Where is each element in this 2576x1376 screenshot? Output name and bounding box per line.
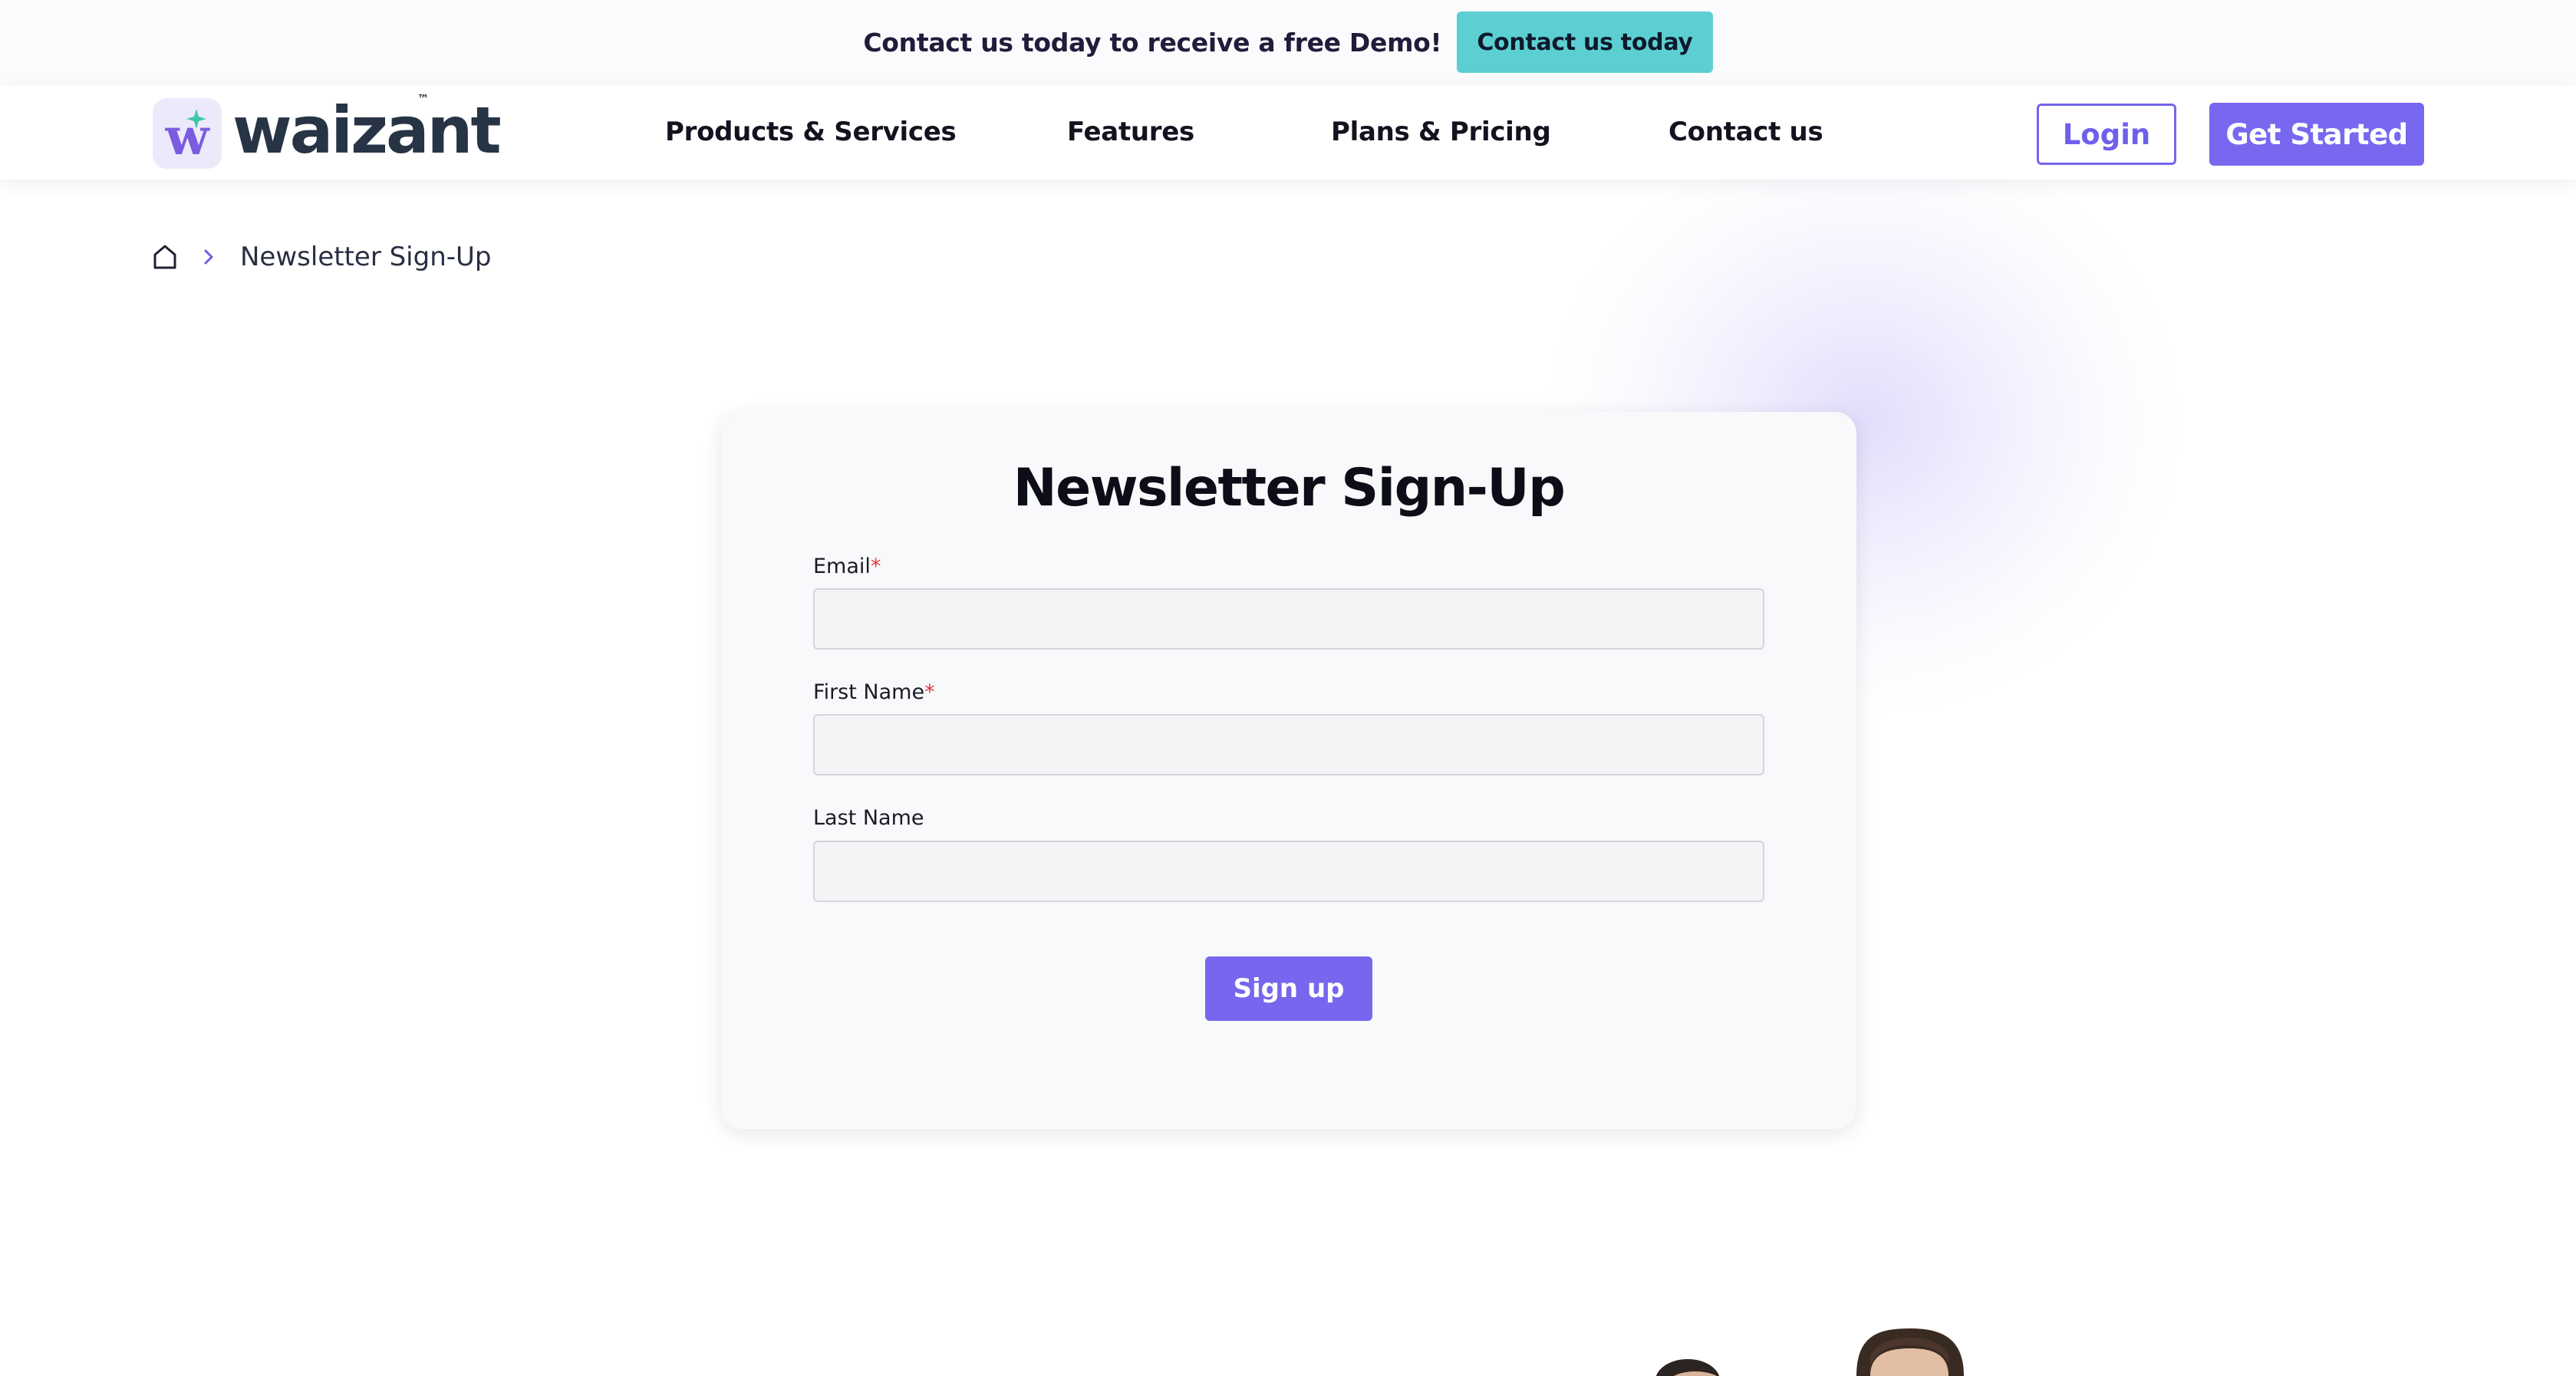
logo-mark-icon: w [153,98,222,169]
breadcrumb: Newsletter Sign-Up [153,238,492,276]
newsletter-form-card: Newsletter Sign-Up Email* First Name* La… [721,412,1856,1129]
chevron-right-icon [204,249,213,265]
logo-wordmark: waizant [232,93,502,168]
people-photo [1655,1328,1964,1376]
get-started-button[interactable]: Get Started [2209,103,2424,166]
email-field[interactable] [813,588,1764,650]
sparkle-icon [186,109,206,129]
logo-trademark: ™ [417,92,429,106]
first-name-label-text: First Name [813,680,925,704]
email-label-text: Email [813,555,871,578]
nav-plans-pricing[interactable]: Plans & Pricing [1331,117,1551,147]
promo-bar: Contact us today to receive a free Demo!… [0,0,2576,84]
required-mark: * [870,555,881,578]
required-mark: * [924,680,935,704]
first-name-label: First Name* [813,680,935,704]
home-icon[interactable] [153,244,177,270]
nav-features[interactable]: Features [1067,117,1194,147]
promo-text: Contact us today to receive a free Demo! [863,27,1442,58]
email-label: Email* [813,555,881,578]
login-button[interactable]: Login [2037,104,2176,165]
last-name-label: Last Name [813,806,924,830]
last-name-field[interactable] [813,841,1764,902]
form-title: Newsletter Sign-Up [1013,458,1566,518]
site-header: w waizant ™ Products & Services Features… [0,86,2576,179]
logo[interactable]: w waizant [153,93,502,173]
sign-up-button[interactable]: Sign up [1205,956,1372,1021]
contact-us-today-button[interactable]: Contact us today [1457,12,1713,73]
last-name-label-text: Last Name [813,806,924,830]
nav-contact-us[interactable]: Contact us [1668,117,1823,147]
breadcrumb-current: Newsletter Sign-Up [240,242,492,272]
nav-products-services[interactable]: Products & Services [665,117,957,147]
first-name-field[interactable] [813,714,1764,775]
